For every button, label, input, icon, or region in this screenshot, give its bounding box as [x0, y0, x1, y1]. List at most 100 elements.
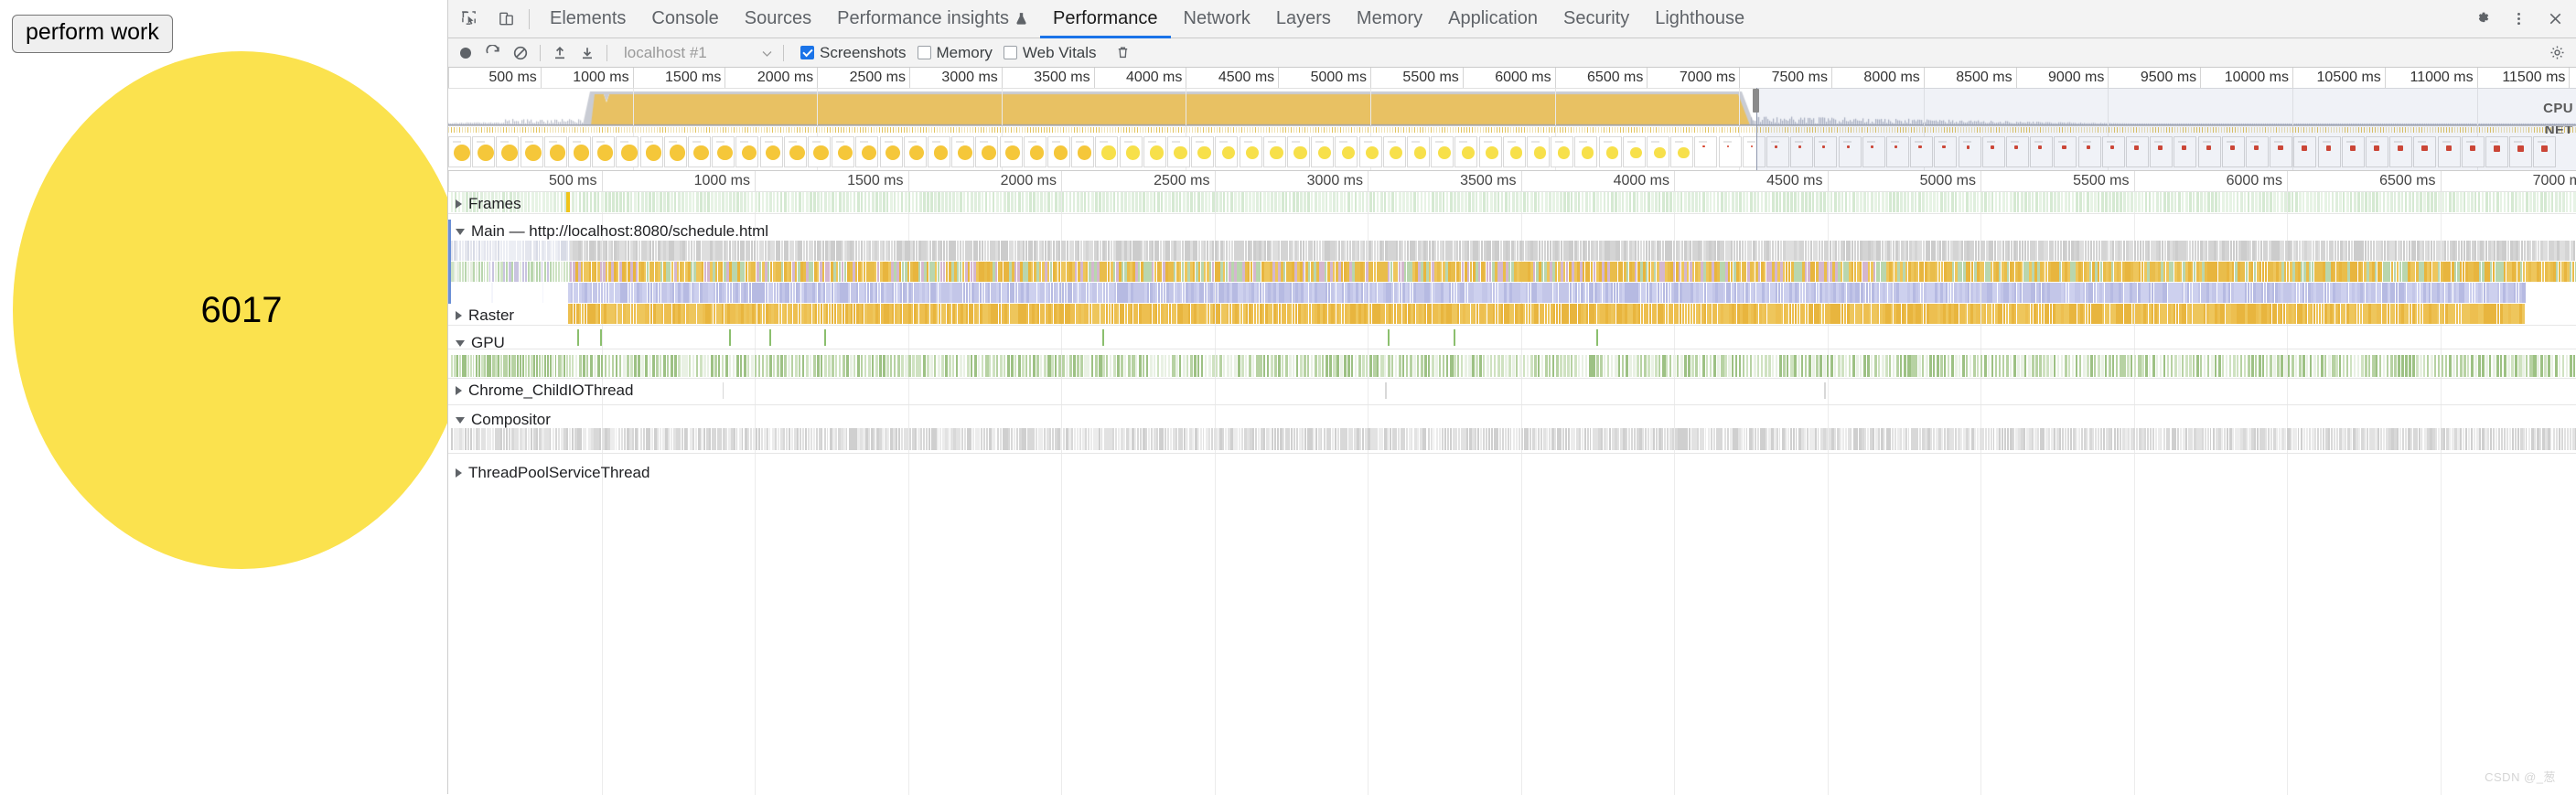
flame-event[interactable] — [1336, 192, 1338, 212]
filmstrip-thumbnail[interactable] — [2438, 136, 2461, 167]
flame-event[interactable] — [1767, 283, 1769, 303]
flame-event[interactable] — [1723, 283, 1725, 303]
flame-event[interactable] — [815, 283, 817, 303]
flame-event[interactable] — [1979, 283, 1980, 303]
flame-event[interactable] — [2088, 304, 2090, 324]
flame-event[interactable] — [2134, 192, 2137, 212]
flame-event[interactable] — [2028, 192, 2031, 212]
flame-event[interactable] — [2039, 283, 2041, 303]
flame-event[interactable] — [846, 192, 849, 212]
flame-event[interactable] — [912, 192, 914, 212]
flame-event[interactable] — [722, 304, 724, 324]
flame-event[interactable] — [1065, 283, 1067, 303]
flame-event[interactable] — [1410, 192, 1412, 212]
flame-event[interactable] — [1160, 241, 1162, 261]
flame-event[interactable] — [1395, 192, 1397, 212]
flame-event[interactable] — [498, 241, 499, 261]
flame-event[interactable] — [1080, 192, 1083, 212]
flame-event[interactable] — [740, 355, 742, 377]
flame-event[interactable] — [1743, 283, 1744, 303]
flame-event[interactable] — [1734, 283, 1736, 303]
flame-event[interactable] — [1750, 192, 1753, 212]
flame-event[interactable] — [1073, 304, 1075, 324]
flame-event[interactable] — [1739, 262, 1741, 282]
flame-event[interactable] — [1588, 262, 1590, 282]
flame-event[interactable] — [1472, 192, 1475, 212]
flame-event[interactable] — [826, 304, 828, 324]
flame-event[interactable] — [1242, 241, 1244, 261]
flame-event[interactable] — [928, 283, 929, 303]
flame-event[interactable] — [2035, 192, 2038, 212]
flame-event[interactable] — [539, 355, 541, 377]
main-row-2[interactable] — [451, 262, 2576, 282]
flame-event[interactable] — [2211, 192, 2214, 212]
flame-event[interactable] — [600, 241, 602, 261]
flame-event[interactable] — [939, 304, 940, 324]
flame-event[interactable] — [883, 241, 885, 261]
filmstrip-thumbnail[interactable] — [616, 136, 639, 167]
flame-event[interactable] — [1783, 262, 1785, 282]
raster-event[interactable] — [1102, 329, 1104, 346]
flame-event[interactable] — [2045, 262, 2047, 282]
flame-event[interactable] — [492, 262, 494, 282]
flame-event[interactable] — [465, 355, 467, 377]
flame-event[interactable] — [498, 262, 499, 282]
flame-event[interactable] — [1045, 241, 1046, 261]
flame-event[interactable] — [1328, 283, 1330, 303]
flame-event[interactable] — [1681, 241, 1683, 261]
flame-event[interactable] — [1685, 304, 1687, 324]
flame-event[interactable] — [699, 241, 701, 261]
flame-event[interactable] — [1308, 262, 1310, 282]
flame-event[interactable] — [2277, 192, 2279, 212]
flame-event[interactable] — [1007, 192, 1010, 212]
flame-event[interactable] — [1373, 192, 1375, 212]
flame-event[interactable] — [1358, 241, 1359, 261]
filmstrip-thumbnail[interactable] — [1862, 136, 1885, 167]
flame-event[interactable] — [1465, 283, 1467, 303]
filmstrip-thumbnail[interactable] — [2198, 136, 2221, 167]
flame-event[interactable] — [1814, 283, 1816, 303]
flame-event[interactable] — [2416, 192, 2419, 212]
flame-event[interactable] — [1421, 192, 1422, 212]
flame-event[interactable] — [1121, 192, 1123, 212]
filmstrip-thumbnail[interactable] — [832, 136, 854, 167]
flame-event[interactable] — [2412, 192, 2414, 212]
flame-event[interactable] — [1334, 304, 1336, 324]
flame-event[interactable] — [746, 262, 747, 282]
flame-event[interactable] — [2449, 262, 2451, 282]
flame-event[interactable] — [1338, 241, 1340, 261]
flame-event[interactable] — [2388, 304, 2389, 324]
flame-event[interactable] — [1468, 304, 1470, 324]
flame-event[interactable] — [1757, 192, 1759, 212]
flame-event[interactable] — [1939, 241, 1941, 261]
flame-event[interactable] — [1478, 241, 1480, 261]
flame-event[interactable] — [935, 241, 937, 261]
flame-event[interactable] — [1934, 241, 1936, 261]
flame-event[interactable] — [1146, 192, 1149, 212]
flame-event[interactable] — [758, 355, 760, 377]
flame-event[interactable] — [1333, 192, 1336, 212]
flame-event[interactable] — [652, 192, 655, 212]
flame-event[interactable] — [1827, 192, 1830, 212]
flame-event[interactable] — [2444, 241, 2446, 261]
flame-event[interactable] — [1816, 192, 1819, 212]
flame-event[interactable] — [1072, 241, 1074, 261]
flame-event[interactable] — [1363, 262, 1365, 282]
flame-event[interactable] — [694, 304, 696, 324]
flame-event[interactable] — [2420, 192, 2422, 212]
flame-event[interactable] — [491, 283, 493, 303]
flame-event[interactable] — [1152, 241, 1154, 261]
flame-event[interactable] — [846, 355, 849, 377]
flame-event[interactable] — [1282, 192, 1284, 212]
flame-event[interactable] — [627, 192, 629, 212]
flame-event[interactable] — [1196, 241, 1197, 261]
flame-event[interactable] — [2346, 192, 2349, 212]
flame-event[interactable] — [2356, 262, 2357, 282]
flame-event[interactable] — [2339, 192, 2342, 212]
flame-event[interactable] — [1374, 262, 1376, 282]
flame-event[interactable] — [1635, 262, 1637, 282]
flame-event[interactable] — [773, 241, 775, 261]
flame-event[interactable] — [1933, 192, 1936, 212]
filmstrip-thumbnail[interactable] — [712, 136, 735, 167]
flame-event[interactable] — [470, 241, 472, 261]
